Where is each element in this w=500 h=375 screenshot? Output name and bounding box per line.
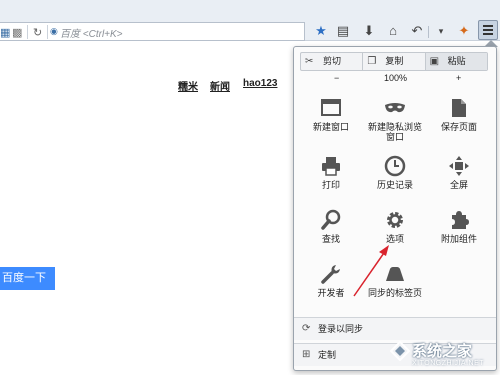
watermark-title: 系统之家 — [412, 343, 473, 360]
annotation-arrow — [353, 245, 389, 297]
watermark-logo-icon — [390, 341, 410, 361]
watermark-url: XITONGZHIJIA.NET — [412, 360, 485, 367]
site-watermark: 系统之家 XITONGZHIJIA.NET — [388, 338, 498, 372]
